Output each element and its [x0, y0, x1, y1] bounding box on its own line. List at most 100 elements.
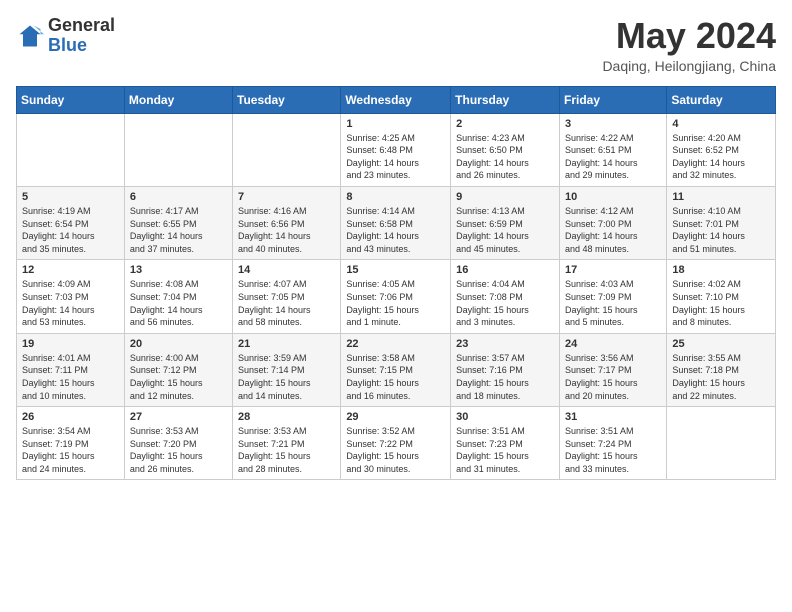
day-info: Sunrise: 4:12 AM Sunset: 7:00 PM Dayligh… — [565, 205, 661, 255]
day-info: Sunrise: 3:52 AM Sunset: 7:22 PM Dayligh… — [346, 425, 445, 475]
calendar-cell: 11Sunrise: 4:10 AM Sunset: 7:01 PM Dayli… — [667, 186, 776, 259]
day-number: 9 — [456, 191, 554, 203]
weekday-header-row: SundayMondayTuesdayWednesdayThursdayFrid… — [17, 86, 776, 113]
day-number: 16 — [456, 264, 554, 276]
calendar-cell: 3 Sunrise: 4:22 AM Sunset: 6:51 PM Daylig… — [559, 113, 666, 186]
logo: General Blue — [16, 16, 115, 56]
day-number: 13 — [130, 264, 227, 276]
day-info: Sunrise: 3:57 AM Sunset: 7:16 PM Dayligh… — [456, 352, 554, 402]
day-number: 28 — [238, 411, 335, 423]
day-info: Sunrise: 4:07 AM Sunset: 7:05 PM Dayligh… — [238, 278, 335, 328]
calendar-cell: 16 Sunrise: 4:04 AM Sunset: 7:08 PM Dayli… — [451, 260, 560, 333]
page-header: General Blue May 2024 Daqing, Heilongjia… — [16, 16, 776, 74]
calendar-cell: 27Sunrise: 3:53 AM Sunset: 7:20 PM Dayli… — [124, 407, 232, 480]
day-info: Sunrise: 3:56 AM Sunset: 7:17 PM Dayligh… — [565, 352, 661, 402]
day-info: Sunrise: 3:59 AM Sunset: 7:14 PM Dayligh… — [238, 352, 335, 402]
calendar-cell — [233, 113, 341, 186]
day-number: 20 — [130, 338, 227, 350]
calendar-cell: 22 Sunrise: 3:58 AM Sunset: 7:15 PM Dayli… — [341, 333, 451, 406]
day-info: Sunrise: 4:22 AM Sunset: 6:51 PM Dayligh… — [565, 132, 661, 182]
weekday-header-saturday: Saturday — [667, 86, 776, 113]
calendar-cell: 31 Sunrise: 3:51 AM Sunset: 7:24 PM Dayli… — [559, 407, 666, 480]
calendar-cell: 30Sunrise: 3:51 AM Sunset: 7:23 PM Dayli… — [451, 407, 560, 480]
calendar-cell: 21 Sunrise: 3:59 AM Sunset: 7:14 PM Dayli… — [233, 333, 341, 406]
calendar-cell: 10 Sunrise: 4:12 AM Sunset: 7:00 PM Dayli… — [559, 186, 666, 259]
day-info: Sunrise: 3:53 AM Sunset: 7:21 PM Dayligh… — [238, 425, 335, 475]
day-number: 17 — [565, 264, 661, 276]
calendar-cell: 29 Sunrise: 3:52 AM Sunset: 7:22 PM Dayli… — [341, 407, 451, 480]
calendar-cell: 17Sunrise: 4:03 AM Sunset: 7:09 PM Dayli… — [559, 260, 666, 333]
calendar-cell — [667, 407, 776, 480]
weekday-header-monday: Monday — [124, 86, 232, 113]
day-number: 18 — [672, 264, 770, 276]
calendar-cell: 4Sunrise: 4:20 AM Sunset: 6:52 PM Daylig… — [667, 113, 776, 186]
day-info: Sunrise: 4:05 AM Sunset: 7:06 PM Dayligh… — [346, 278, 445, 328]
day-number: 30 — [456, 411, 554, 423]
week-row-1: 1Sunrise: 4:25 AM Sunset: 6:48 PM Daylig… — [17, 113, 776, 186]
day-info: Sunrise: 4:04 AM Sunset: 7:08 PM Dayligh… — [456, 278, 554, 328]
calendar-cell: 20 Sunrise: 4:00 AM Sunset: 7:12 PM Dayli… — [124, 333, 232, 406]
calendar-cell: 28 Sunrise: 3:53 AM Sunset: 7:21 PM Dayli… — [233, 407, 341, 480]
day-number: 26 — [22, 411, 119, 423]
day-number: 11 — [672, 191, 770, 203]
day-number: 21 — [238, 338, 335, 350]
day-number: 31 — [565, 411, 661, 423]
day-info: Sunrise: 4:14 AM Sunset: 6:58 PM Dayligh… — [346, 205, 445, 255]
day-number: 12 — [22, 264, 119, 276]
logo-general: General — [48, 15, 115, 35]
day-number: 14 — [238, 264, 335, 276]
day-number: 15 — [346, 264, 445, 276]
calendar-cell: 12 Sunrise: 4:09 AM Sunset: 7:03 PM Dayli… — [17, 260, 125, 333]
calendar-cell: 8 Sunrise: 4:14 AM Sunset: 6:58 PM Daylig… — [341, 186, 451, 259]
day-info: Sunrise: 3:54 AM Sunset: 7:19 PM Dayligh… — [22, 425, 119, 475]
day-info: Sunrise: 4:08 AM Sunset: 7:04 PM Dayligh… — [130, 278, 227, 328]
calendar-cell: 1Sunrise: 4:25 AM Sunset: 6:48 PM Daylig… — [341, 113, 451, 186]
weekday-header-wednesday: Wednesday — [341, 86, 451, 113]
day-number: 2 — [456, 118, 554, 130]
day-info: Sunrise: 4:23 AM Sunset: 6:50 PM Dayligh… — [456, 132, 554, 182]
day-number: 10 — [565, 191, 661, 203]
title-block: May 2024 Daqing, Heilongjiang, China — [602, 16, 776, 74]
calendar-cell: 24Sunrise: 3:56 AM Sunset: 7:17 PM Dayli… — [559, 333, 666, 406]
weekday-header-thursday: Thursday — [451, 86, 560, 113]
day-info: Sunrise: 4:09 AM Sunset: 7:03 PM Dayligh… — [22, 278, 119, 328]
logo-blue: Blue — [48, 35, 87, 55]
calendar-cell: 15 Sunrise: 4:05 AM Sunset: 7:06 PM Dayli… — [341, 260, 451, 333]
day-info: Sunrise: 4:16 AM Sunset: 6:56 PM Dayligh… — [238, 205, 335, 255]
calendar-cell: 5Sunrise: 4:19 AM Sunset: 6:54 PM Daylig… — [17, 186, 125, 259]
calendar-cell: 19Sunrise: 4:01 AM Sunset: 7:11 PM Dayli… — [17, 333, 125, 406]
calendar-cell: 13 Sunrise: 4:08 AM Sunset: 7:04 PM Dayli… — [124, 260, 232, 333]
day-number: 3 — [565, 118, 661, 130]
day-info: Sunrise: 3:51 AM Sunset: 7:24 PM Dayligh… — [565, 425, 661, 475]
weekday-header-friday: Friday — [559, 86, 666, 113]
calendar-cell: 6 Sunrise: 4:17 AM Sunset: 6:55 PM Daylig… — [124, 186, 232, 259]
weekday-header-tuesday: Tuesday — [233, 86, 341, 113]
day-number: 5 — [22, 191, 119, 203]
day-info: Sunrise: 4:02 AM Sunset: 7:10 PM Dayligh… — [672, 278, 770, 328]
day-number: 27 — [130, 411, 227, 423]
day-info: Sunrise: 3:55 AM Sunset: 7:18 PM Dayligh… — [672, 352, 770, 402]
weekday-header-sunday: Sunday — [17, 86, 125, 113]
calendar-cell: 2 Sunrise: 4:23 AM Sunset: 6:50 PM Daylig… — [451, 113, 560, 186]
calendar-cell: 18 Sunrise: 4:02 AM Sunset: 7:10 PM Dayli… — [667, 260, 776, 333]
week-row-3: 12 Sunrise: 4:09 AM Sunset: 7:03 PM Dayli… — [17, 260, 776, 333]
day-info: Sunrise: 4:25 AM Sunset: 6:48 PM Dayligh… — [346, 132, 445, 182]
day-info: Sunrise: 4:01 AM Sunset: 7:11 PM Dayligh… — [22, 352, 119, 402]
month-title: May 2024 — [602, 16, 776, 56]
day-info: Sunrise: 4:00 AM Sunset: 7:12 PM Dayligh… — [130, 352, 227, 402]
day-number: 8 — [346, 191, 445, 203]
day-number: 23 — [456, 338, 554, 350]
day-number: 22 — [346, 338, 445, 350]
calendar-table: SundayMondayTuesdayWednesdayThursdayFrid… — [16, 86, 776, 481]
logo-icon — [16, 22, 44, 50]
day-number: 29 — [346, 411, 445, 423]
day-info: Sunrise: 4:20 AM Sunset: 6:52 PM Dayligh… — [672, 132, 770, 182]
day-info: Sunrise: 3:58 AM Sunset: 7:15 PM Dayligh… — [346, 352, 445, 402]
day-info: Sunrise: 4:17 AM Sunset: 6:55 PM Dayligh… — [130, 205, 227, 255]
calendar-cell — [124, 113, 232, 186]
calendar-cell: 25Sunrise: 3:55 AM Sunset: 7:18 PM Dayli… — [667, 333, 776, 406]
location: Daqing, Heilongjiang, China — [602, 58, 776, 74]
week-row-4: 19Sunrise: 4:01 AM Sunset: 7:11 PM Dayli… — [17, 333, 776, 406]
week-row-5: 26 Sunrise: 3:54 AM Sunset: 7:19 PM Dayli… — [17, 407, 776, 480]
day-number: 6 — [130, 191, 227, 203]
